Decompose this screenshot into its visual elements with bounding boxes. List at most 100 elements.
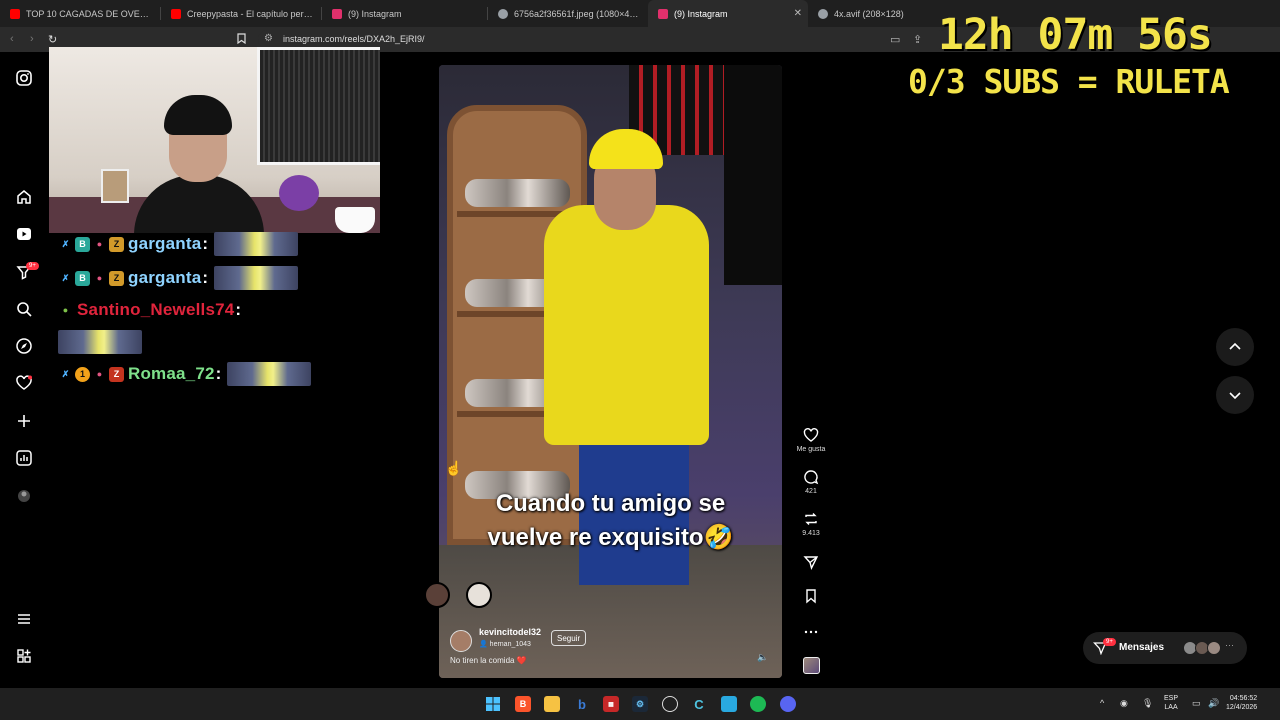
explore-icon[interactable] (14, 336, 34, 356)
browser-tab[interactable]: (9) Instagram (322, 0, 487, 27)
steam-icon[interactable]: ⚙ (632, 696, 648, 712)
chat-message: ✗ B ● Z garganta : (58, 232, 299, 256)
tab-title: TOP 10 CAGADAS DE OVEJA FREE FI (26, 8, 152, 19)
webcam-cup (335, 207, 375, 233)
author-avatar[interactable] (450, 630, 472, 652)
back-icon[interactable]: ‹ (10, 33, 14, 45)
collab-username[interactable]: 👤 hernan_1043 (479, 640, 531, 648)
chat-username: garganta (128, 268, 202, 287)
video-caption-line: Cuando tu amigo se (495, 490, 726, 517)
browser-tab[interactable]: TOP 10 CAGADAS DE OVEJA FREE FI (0, 0, 160, 27)
discord-icon[interactable] (780, 696, 796, 712)
bookmark-icon[interactable] (237, 33, 246, 47)
hanging-jacket (724, 65, 782, 285)
sword-badge-icon: ✗ (61, 238, 70, 249)
bag-badge-icon: ● (96, 273, 103, 283)
language-indicator[interactable]: ESP LAA (1164, 694, 1178, 712)
language-code: ESP (1164, 695, 1179, 702)
network-icon[interactable]: ◉ (1120, 698, 1128, 709)
c-app-icon[interactable]: C (691, 696, 707, 712)
mouse-cursor-icon: ☝ (445, 460, 463, 476)
chat-username: Santino_Newells74 (77, 300, 235, 319)
bing-icon[interactable]: b (574, 696, 590, 712)
bookmark-icon (806, 589, 816, 604)
chat-emote (214, 266, 299, 290)
cast-icon[interactable]: ▭ (890, 33, 900, 46)
browser-tab[interactable]: 4x.avif (208×128) (808, 0, 958, 27)
obs-icon[interactable] (662, 696, 678, 712)
spotify-icon[interactable] (750, 696, 766, 712)
profile-icon[interactable] (14, 486, 34, 506)
tab-title: Creepypasta - El capítulo perdido de (187, 8, 313, 19)
follow-button[interactable]: Seguir (551, 630, 587, 646)
messages-label: Mensajes (1119, 642, 1165, 653)
mute-icon[interactable]: 🔈 (757, 652, 768, 663)
video-caption-line: vuelve re exquisito🤣 (487, 524, 734, 551)
url-text[interactable]: instagram.com/reels/DXA2h_EjRI9/ (283, 34, 425, 44)
file-explorer-icon[interactable] (544, 696, 560, 712)
microphone-icon[interactable]: 🎙 (1142, 698, 1153, 709)
heart-icon[interactable] (14, 373, 34, 393)
reels-icon[interactable] (14, 224, 34, 244)
more-options-button[interactable] (794, 624, 828, 640)
tab-title: (9) Instagram (674, 8, 728, 19)
brave-browser-icon[interactable]: B (515, 696, 531, 712)
youtube-icon (10, 8, 20, 19)
windows-taskbar: B b ▦ ⚙ C ^ ◉ 🎙 ESP LAA ▭ 🔊 04:56:52 12/… (0, 688, 1280, 720)
share-icon[interactable]: ⇪ (913, 33, 922, 46)
browser-tab-active[interactable]: (9) Instagram ✕ (648, 0, 808, 27)
display-icon[interactable]: ▭ (1192, 698, 1201, 709)
browser-tab[interactable]: 6756a2f36561f.jpeg (1080×486) (488, 0, 648, 27)
heart-icon (803, 428, 819, 442)
gift-badge-icon: Z (109, 366, 124, 382)
chat-username: garganta (128, 234, 202, 253)
browser-tab[interactable]: Creepypasta - El capítulo perdido de (161, 0, 321, 27)
video-caption: Cuando tu amigo se vuelve re exquisito🤣 (439, 487, 782, 555)
create-icon[interactable] (14, 411, 34, 431)
next-reel-button[interactable] (1216, 376, 1254, 414)
globe-icon (818, 8, 828, 19)
like-button[interactable]: Me gusta (794, 427, 828, 453)
windows-start-icon[interactable] (485, 696, 501, 712)
capcut-icon[interactable]: ▦ (603, 696, 619, 712)
webcam-photo-frame (101, 169, 129, 203)
reload-icon[interactable]: ↻ (48, 33, 57, 46)
chevron-up-icon (1229, 342, 1241, 350)
audio-thumbnail[interactable] (803, 657, 820, 674)
chat-emote (58, 330, 142, 354)
more-apps-icon[interactable] (14, 646, 34, 666)
previous-reel-button[interactable] (1216, 328, 1254, 366)
chevron-down-icon (1229, 392, 1241, 400)
collab-avatar (466, 582, 492, 608)
share-button[interactable] (794, 554, 828, 570)
repost-button[interactable]: 9.413 (794, 511, 828, 537)
volume-icon[interactable]: 🔊 (1208, 698, 1219, 709)
reel-description-text: No tiren la comida (450, 656, 515, 665)
dashboard-icon[interactable] (14, 448, 34, 468)
forward-icon[interactable]: › (30, 33, 34, 45)
chat-message (58, 330, 142, 354)
bag-badge-icon: ● (96, 239, 103, 249)
sword-badge-icon: ✗ (61, 272, 70, 283)
close-tab-icon[interactable]: ✕ (794, 8, 802, 19)
collab-avatars[interactable] (424, 582, 498, 612)
search-icon[interactable] (14, 299, 34, 319)
instagram-sidebar: 9+ (0, 52, 48, 688)
sub-badge-icon: B (75, 270, 90, 286)
bag-badge-icon: ● (96, 369, 103, 379)
tray-chevron-up-icon[interactable]: ^ (1100, 698, 1104, 708)
instagram-logo-icon[interactable] (14, 68, 34, 88)
subs-goal: 0/3 SUBS = RULETA (908, 62, 1230, 101)
comment-button[interactable]: 421 (794, 469, 828, 495)
chat-message: ✗ B ● Z garganta : (58, 266, 299, 290)
bag-badge-icon: ● (62, 305, 69, 315)
notepad-icon[interactable] (721, 696, 737, 712)
reel-description: No tiren la comida ❤️ (450, 656, 527, 665)
clock[interactable]: 04:56:52 12/4/2026 (1226, 694, 1257, 712)
messages-button[interactable]: 9+ Mensajes ··· (1083, 632, 1247, 664)
author-username[interactable]: kevincitodel32 (479, 627, 541, 637)
home-icon[interactable] (14, 187, 34, 207)
menu-icon[interactable] (14, 609, 34, 629)
save-button[interactable] (794, 588, 828, 604)
site-settings-icon[interactable]: ⚙ (264, 33, 273, 44)
